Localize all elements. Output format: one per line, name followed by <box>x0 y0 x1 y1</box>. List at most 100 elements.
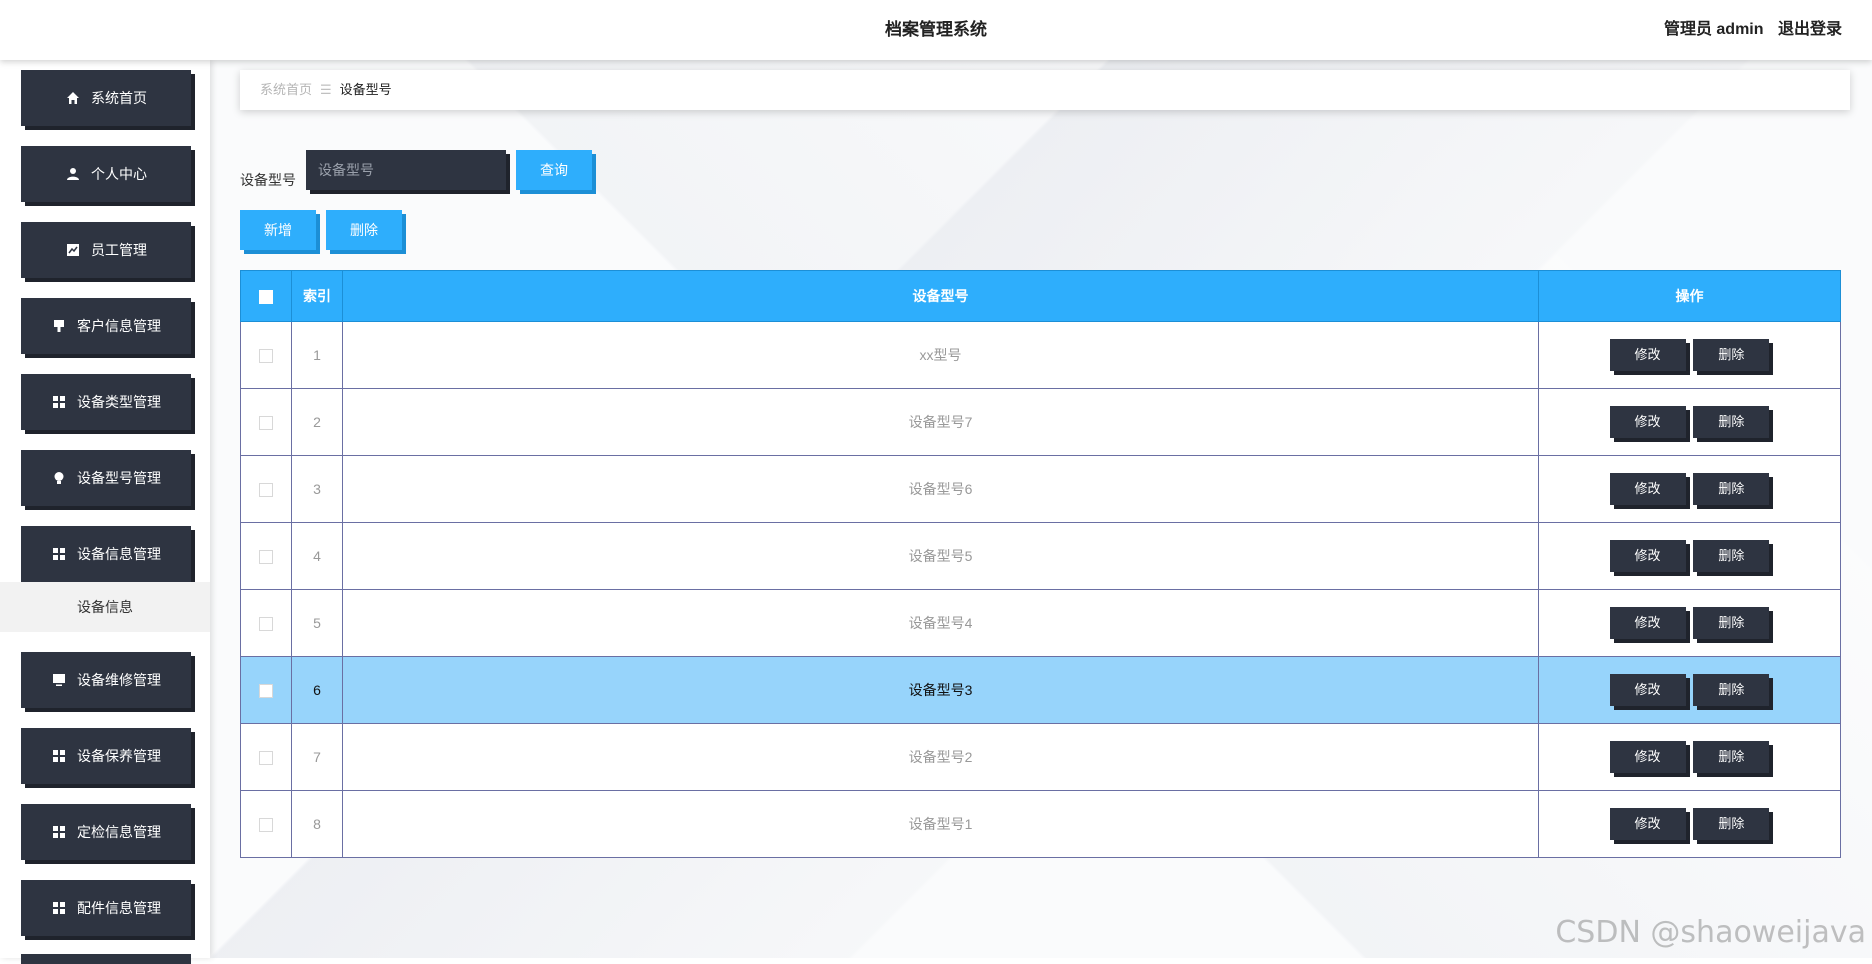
actions-header: 操作 <box>1538 270 1841 322</box>
delete-button[interactable]: 删除 <box>1693 540 1770 572</box>
breadcrumb: 系统首页 ☰ 设备型号 <box>240 70 1850 110</box>
row-model: xx型号 <box>342 321 1539 389</box>
row-select-cell <box>240 723 292 791</box>
row-model: 设备型号5 <box>342 522 1539 590</box>
sidebar-item-employees[interactable]: 员工管理 <box>21 222 191 278</box>
sidebar-item-device-types[interactable]: 设备类型管理 <box>21 374 191 430</box>
device-model-table: 索引 设备型号 操作 1 xx型号 修改 删除 2 设备型号7 修改 删除 3 设备型号6 修改… <box>240 270 1841 858</box>
sidebar-item-device-info[interactable]: 设备信息管理 <box>21 526 191 582</box>
table-row[interactable]: 7 设备型号2 修改 删除 <box>240 723 1841 791</box>
add-button[interactable]: 新增 <box>240 210 316 250</box>
row-checkbox[interactable] <box>259 349 273 364</box>
sidebar-item-label: 配件信息管理 <box>77 900 161 916</box>
row-select-cell <box>240 589 292 657</box>
table-row[interactable]: 3 设备型号6 修改 删除 <box>240 455 1841 523</box>
row-checkbox[interactable] <box>259 684 273 699</box>
row-model: 设备型号1 <box>342 790 1539 858</box>
model-search-input[interactable] <box>306 150 506 190</box>
edit-button[interactable]: 修改 <box>1609 808 1686 840</box>
sidebar-item-label: 员工管理 <box>91 242 147 258</box>
delete-button[interactable]: 删除 <box>1693 339 1770 371</box>
table-row[interactable]: 6 设备型号3 修改 删除 <box>240 656 1841 724</box>
logout-link[interactable]: 退出登录 <box>1778 21 1842 38</box>
sidebar-item-label: 设备维修管理 <box>77 672 161 688</box>
row-model: 设备型号3 <box>342 656 1539 724</box>
sidebar-item-device-maintenance[interactable]: 设备保养管理 <box>21 728 191 784</box>
sidebar-item-customers[interactable]: 客户信息管理 <box>21 298 191 354</box>
bulb-icon <box>51 470 67 486</box>
select-all-header <box>240 270 292 322</box>
edit-button[interactable]: 修改 <box>1609 473 1686 505</box>
row-select-cell <box>240 455 292 523</box>
delete-button[interactable]: 删除 <box>1693 473 1770 505</box>
sidebar-item-profile[interactable]: 个人中心 <box>21 146 191 202</box>
query-button[interactable]: 查询 <box>516 150 592 190</box>
search-label: 设备型号 <box>240 172 296 188</box>
home-icon <box>65 90 81 106</box>
table-row[interactable]: 5 设备型号4 修改 删除 <box>240 589 1841 657</box>
sidebar-item-partial[interactable] <box>21 954 191 964</box>
sidebar-item-parts[interactable]: 配件信息管理 <box>21 880 191 936</box>
row-index: 6 <box>291 656 343 724</box>
row-checkbox[interactable] <box>259 483 273 498</box>
row-checkbox[interactable] <box>259 617 273 632</box>
edit-button[interactable]: 修改 <box>1609 741 1686 773</box>
table-row[interactable]: 4 设备型号5 修改 删除 <box>240 522 1841 590</box>
row-actions: 修改 删除 <box>1538 388 1841 456</box>
user-label: 管理员 admin <box>1663 21 1764 38</box>
delete-button[interactable]: 删除 <box>1693 741 1770 773</box>
breadcrumb-separator-icon: ☰ <box>320 82 332 97</box>
sidebar-item-device-repair[interactable]: 设备维修管理 <box>21 652 191 708</box>
breadcrumb-current: 设备型号 <box>339 82 392 97</box>
row-checkbox[interactable] <box>259 416 273 431</box>
sidebar-item-device-models[interactable]: 设备型号管理 <box>21 450 191 506</box>
app-title: 档案管理系统 <box>885 20 987 39</box>
grid-icon <box>51 748 67 764</box>
stamp-icon <box>51 318 67 334</box>
edit-button[interactable]: 修改 <box>1609 540 1686 572</box>
grid-icon <box>51 546 67 562</box>
row-checkbox[interactable] <box>259 818 273 833</box>
grid-icon <box>51 900 67 916</box>
row-index: 5 <box>291 589 343 657</box>
top-header: 档案管理系统 管理员 admin 退出登录 <box>0 0 1872 60</box>
sidebar-item-label: 设备信息管理 <box>77 546 161 562</box>
user-area: 管理员 admin 退出登录 <box>1664 0 1842 60</box>
edit-button[interactable]: 修改 <box>1609 607 1686 639</box>
delete-button[interactable]: 删除 <box>1693 808 1770 840</box>
row-checkbox[interactable] <box>259 751 273 766</box>
row-index: 8 <box>291 790 343 858</box>
model-header: 设备型号 <box>342 270 1539 322</box>
grid-icon <box>51 394 67 410</box>
row-checkbox[interactable] <box>259 550 273 565</box>
delete-button[interactable]: 删除 <box>1693 607 1770 639</box>
edit-button[interactable]: 修改 <box>1609 339 1686 371</box>
sidebar-item-inspection[interactable]: 定检信息管理 <box>21 804 191 860</box>
breadcrumb-home[interactable]: 系统首页 <box>260 82 312 97</box>
row-index: 3 <box>291 455 343 523</box>
table-body: 1 xx型号 修改 删除 2 设备型号7 修改 删除 3 设备型号6 修改 删除 4 设备型号5 修改… <box>240 321 1841 858</box>
bulk-delete-button[interactable]: 删除 <box>326 210 402 250</box>
delete-button[interactable]: 删除 <box>1693 674 1770 706</box>
delete-button[interactable]: 删除 <box>1693 406 1770 438</box>
row-index: 4 <box>291 522 343 590</box>
sidebar-item-label: 系统首页 <box>91 90 147 106</box>
row-actions: 修改 删除 <box>1538 455 1841 523</box>
row-model: 设备型号7 <box>342 388 1539 456</box>
table-row[interactable]: 8 设备型号1 修改 删除 <box>240 790 1841 858</box>
table-row[interactable]: 1 xx型号 修改 删除 <box>240 321 1841 389</box>
row-model: 设备型号4 <box>342 589 1539 657</box>
select-all-checkbox[interactable] <box>259 290 273 305</box>
sidebar-subitem-device-info[interactable]: 设备信息 <box>0 582 210 632</box>
main-content: 系统首页 ☰ 设备型号 设备型号 查询 新增 删除 索引 设备型号 操作 1xx型号… <box>210 60 1872 958</box>
row-actions: 修改 删除 <box>1538 321 1841 389</box>
edit-button[interactable]: 修改 <box>1609 406 1686 438</box>
sidebar-item-home[interactable]: 系统首页 <box>21 70 191 126</box>
row-select-cell <box>240 321 292 389</box>
row-actions: 修改 删除 <box>1538 589 1841 657</box>
edit-button[interactable]: 修改 <box>1609 674 1686 706</box>
table-header-row: 索引 设备型号 操作 <box>240 270 1841 322</box>
sidebar-item-label: 设备类型管理 <box>77 394 161 410</box>
table-row[interactable]: 2 设备型号7 修改 删除 <box>240 388 1841 456</box>
row-model: 设备型号6 <box>342 455 1539 523</box>
